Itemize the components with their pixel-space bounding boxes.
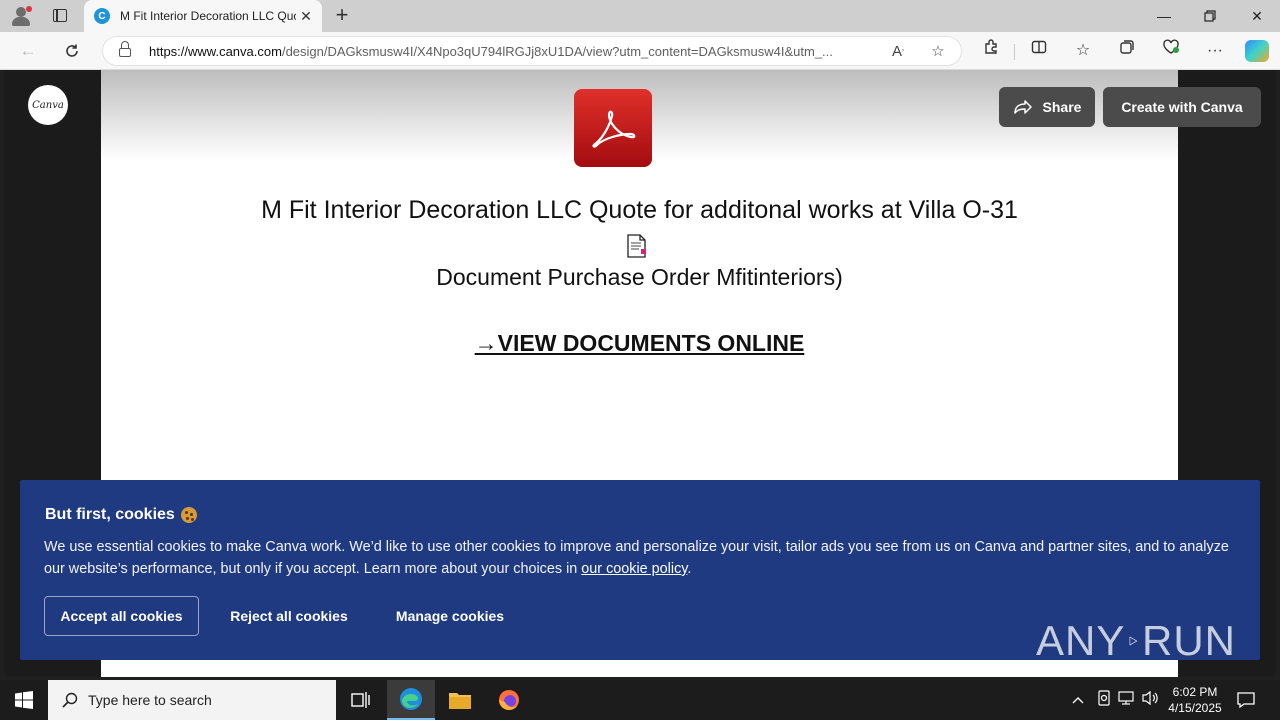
tray-chevron-icon[interactable] (1068, 690, 1088, 710)
firefox-icon[interactable] (485, 680, 533, 720)
clock-date: 4/15/2025 (1168, 701, 1222, 715)
play-icon (1129, 636, 1138, 646)
cookie-icon (180, 507, 197, 523)
split-screen-icon[interactable] (1026, 38, 1052, 64)
tab-title: M Fit Interior Decoration LLC Quo (120, 9, 296, 23)
cookie-title-text: But first, cookies (45, 506, 175, 523)
document-title: M Fit Interior Decoration LLC Quote for … (261, 196, 1018, 224)
watermark-right: RUN (1142, 617, 1236, 664)
document-page-icon (626, 234, 648, 258)
url-text: https://www.canva.com/design/DAGksmusw4I… (149, 44, 879, 59)
browser-essentials-icon[interactable] (1158, 38, 1184, 64)
favorite-star-icon[interactable]: ☆ (927, 41, 949, 63)
read-aloud-icon[interactable]: Aʼ (887, 41, 909, 63)
browser-toolbar: ← https://www.canva.com/design/DAGksmusw… (0, 32, 1280, 70)
collections-icon[interactable] (1114, 38, 1140, 64)
canva-logo[interactable]: Canva (28, 85, 68, 125)
lock-icon[interactable] (119, 41, 131, 57)
windows-taskbar: Type here to search 6:02 PM 4/15/2025 (0, 680, 1280, 720)
page-viewport: M Fit Interior Decoration LLC Quote for … (4, 70, 1276, 677)
search-placeholder: Type here to search (88, 692, 212, 708)
tab-actions-icon[interactable] (48, 6, 72, 26)
task-view-icon[interactable] (336, 680, 384, 720)
favorites-icon[interactable]: ☆ (1070, 38, 1096, 64)
tab-close-icon[interactable]: ✕ (298, 8, 314, 24)
browser-tab-active[interactable]: C M Fit Interior Decoration LLC Quo ✕ (84, 0, 322, 32)
canva-favicon-icon: C (94, 8, 110, 24)
acrobat-pdf-icon (574, 89, 652, 167)
windows-start-icon[interactable] (0, 680, 48, 720)
minimize-button[interactable]: — (1141, 0, 1187, 32)
screen: C M Fit Interior Decoration LLC Quo ✕ + … (0, 0, 1280, 720)
taskbar-search-box[interactable]: Type here to search (48, 680, 336, 720)
browser-tab-strip: C M Fit Interior Decoration LLC Quo ✕ + … (0, 0, 1280, 32)
copilot-icon[interactable] (1245, 40, 1269, 62)
tray-device-icon[interactable] (1094, 690, 1114, 710)
clock-time: 6:02 PM (1172, 685, 1218, 699)
create-with-canva-button[interactable]: Create with Canva (1103, 87, 1261, 127)
volume-icon[interactable] (1141, 690, 1161, 710)
edge-taskbar-icon[interactable] (387, 680, 435, 720)
file-explorer-icon[interactable] (436, 680, 484, 720)
url-host: https://www.canva.com (149, 44, 282, 59)
watermark-left: ANY (1036, 617, 1126, 664)
close-window-button[interactable]: ✕ (1234, 0, 1280, 32)
accept-all-cookies-button[interactable]: Accept all cookies (44, 596, 199, 636)
share-arrow-icon (1013, 100, 1032, 114)
back-arrow-icon[interactable]: ← (14, 38, 42, 64)
profile-icon[interactable] (8, 4, 34, 28)
anyrun-watermark: ANY RUN (1036, 610, 1236, 672)
cookie-body-end: . (687, 561, 692, 577)
extensions-icon[interactable] (978, 38, 1004, 64)
view-documents-link[interactable]: →VIEW DOCUMENTS ONLINE (101, 330, 1178, 357)
reject-all-cookies-button[interactable]: Reject all cookies (218, 596, 360, 636)
more-menu-icon[interactable]: ··· (1202, 38, 1228, 64)
url-path: /design/DAGksmusw4I/X4Npo3qU794lRGJj8xU1… (281, 44, 833, 59)
cookie-policy-link[interactable]: our cookie policy (581, 561, 687, 577)
restore-button[interactable] (1187, 0, 1233, 32)
notification-icon[interactable] (1236, 690, 1258, 710)
network-icon[interactable] (1117, 690, 1137, 710)
new-tab-button[interactable]: + (330, 4, 354, 28)
cookie-description: We use essential cookies to make Canva w… (44, 536, 1239, 580)
address-bar[interactable]: https://www.canva.com/design/DAGksmusw4I… (102, 36, 962, 66)
search-icon (62, 692, 78, 708)
toolbar-divider (1014, 44, 1015, 60)
cookie-title: But first, cookies (45, 506, 197, 524)
manage-cookies-button[interactable]: Manage cookies (382, 596, 518, 636)
share-label: Share (1042, 99, 1082, 115)
taskbar-clock[interactable]: 6:02 PM 4/15/2025 (1160, 684, 1230, 716)
document-subtitle: Document Purchase Order Mfitinteriors) (436, 264, 843, 290)
share-button[interactable]: Share (999, 87, 1095, 127)
refresh-icon[interactable] (58, 38, 86, 64)
